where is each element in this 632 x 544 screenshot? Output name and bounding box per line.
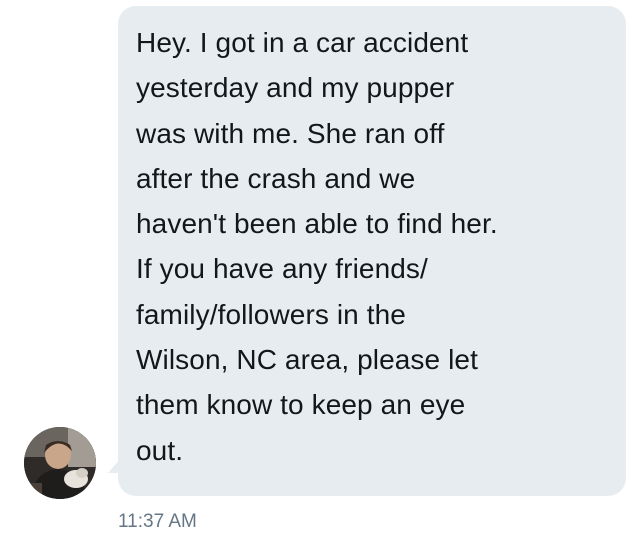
message-bubble[interactable]: Hey. I got in a car accident yesterday a… [118,6,626,496]
message-timestamp: 11:37 AM [118,511,197,532]
sender-avatar[interactable] [24,427,96,499]
avatar-photo-icon [24,427,96,499]
message-text: Hey. I got in a car accident yesterday a… [136,27,498,466]
